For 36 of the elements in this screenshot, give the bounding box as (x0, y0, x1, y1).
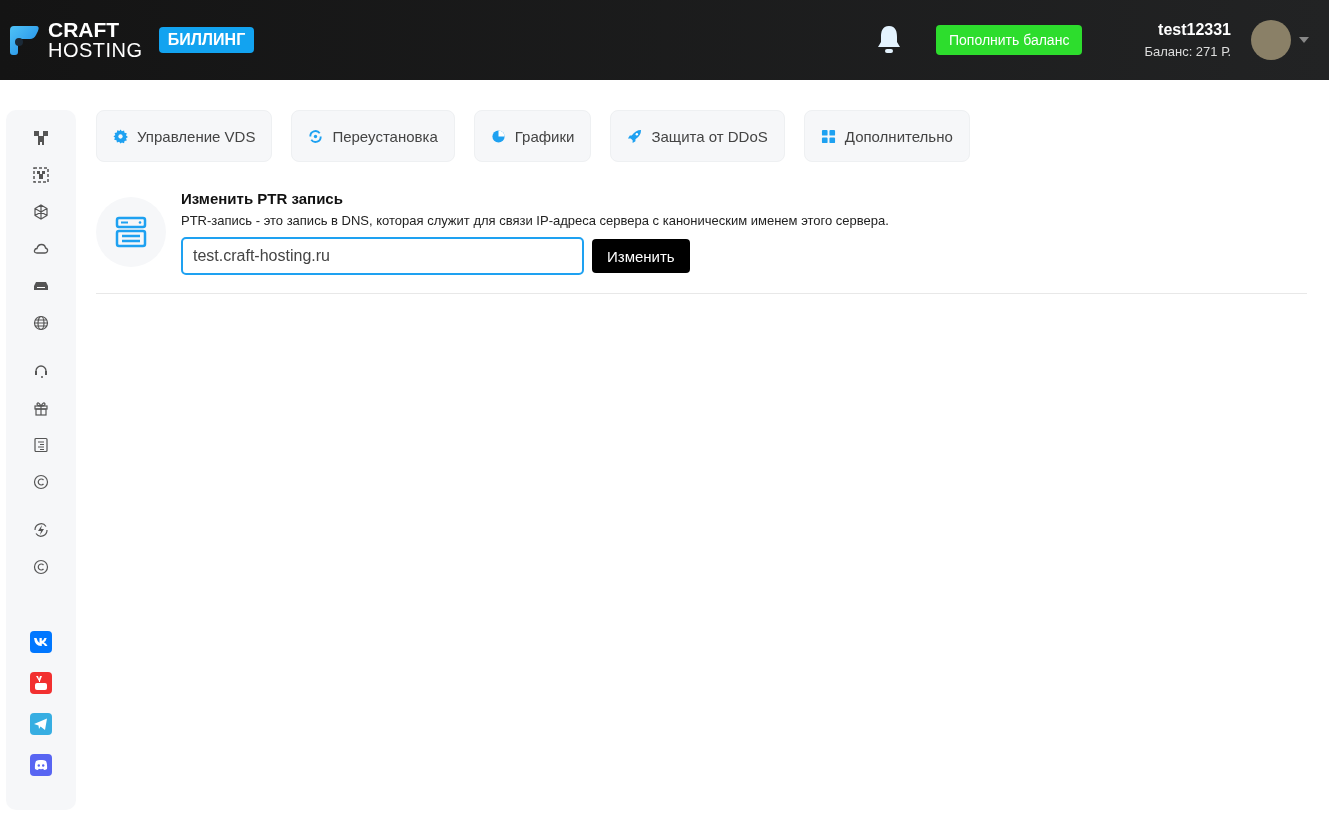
vk-icon[interactable] (30, 631, 52, 653)
tab[interactable]: Переустановка (291, 110, 455, 162)
creeper-frame-icon[interactable] (33, 167, 49, 183)
logo-text: HOSTING (48, 40, 143, 60)
tab[interactable]: Дополнительно (803, 110, 970, 162)
gift-icon[interactable] (33, 400, 49, 416)
globe-icon[interactable] (33, 315, 49, 331)
lightning-refresh-icon[interactable] (33, 522, 49, 538)
logo-text: CRAFT (48, 20, 121, 40)
section-title: Изменить PTR запись (181, 190, 344, 207)
change-button[interactable]: Изменить (592, 239, 690, 273)
gear-icon (113, 128, 128, 144)
discord-icon[interactable] (30, 754, 52, 776)
pie-chart-icon (490, 128, 506, 144)
avatar[interactable] (1251, 20, 1291, 60)
copyright-icon[interactable] (33, 474, 49, 490)
username: test12331 (1158, 21, 1231, 39)
refresh-icon (308, 128, 324, 144)
bell-icon[interactable] (876, 25, 902, 55)
billing-badge: БИЛЛИНГ (158, 27, 255, 53)
tab[interactable]: Защита от DDoS (610, 110, 785, 162)
caret-icon[interactable] (1299, 37, 1309, 43)
balance-text: Баланс: 271 Р. (1144, 44, 1231, 59)
tab[interactable]: Графики (473, 110, 592, 162)
headset-icon[interactable] (33, 363, 49, 379)
grid-icon (820, 128, 836, 144)
cloud-icon[interactable] (33, 241, 49, 257)
ptr-input-field[interactable]: test.craft-hosting.ru (181, 237, 584, 275)
rocket-icon (627, 128, 643, 144)
copyright-icon[interactable] (33, 559, 49, 575)
youtube-icon[interactable] (30, 672, 52, 694)
section-description: PTR-запись - это запись в DNS, которая служит для связи IP-адреса сервера с каноническим именем этого сервера. (181, 213, 889, 228)
cube-icon[interactable] (33, 204, 49, 220)
creeper-icon[interactable] (33, 130, 49, 146)
tab[interactable]: Управление VDS (96, 110, 273, 162)
document-icon[interactable] (33, 437, 49, 453)
